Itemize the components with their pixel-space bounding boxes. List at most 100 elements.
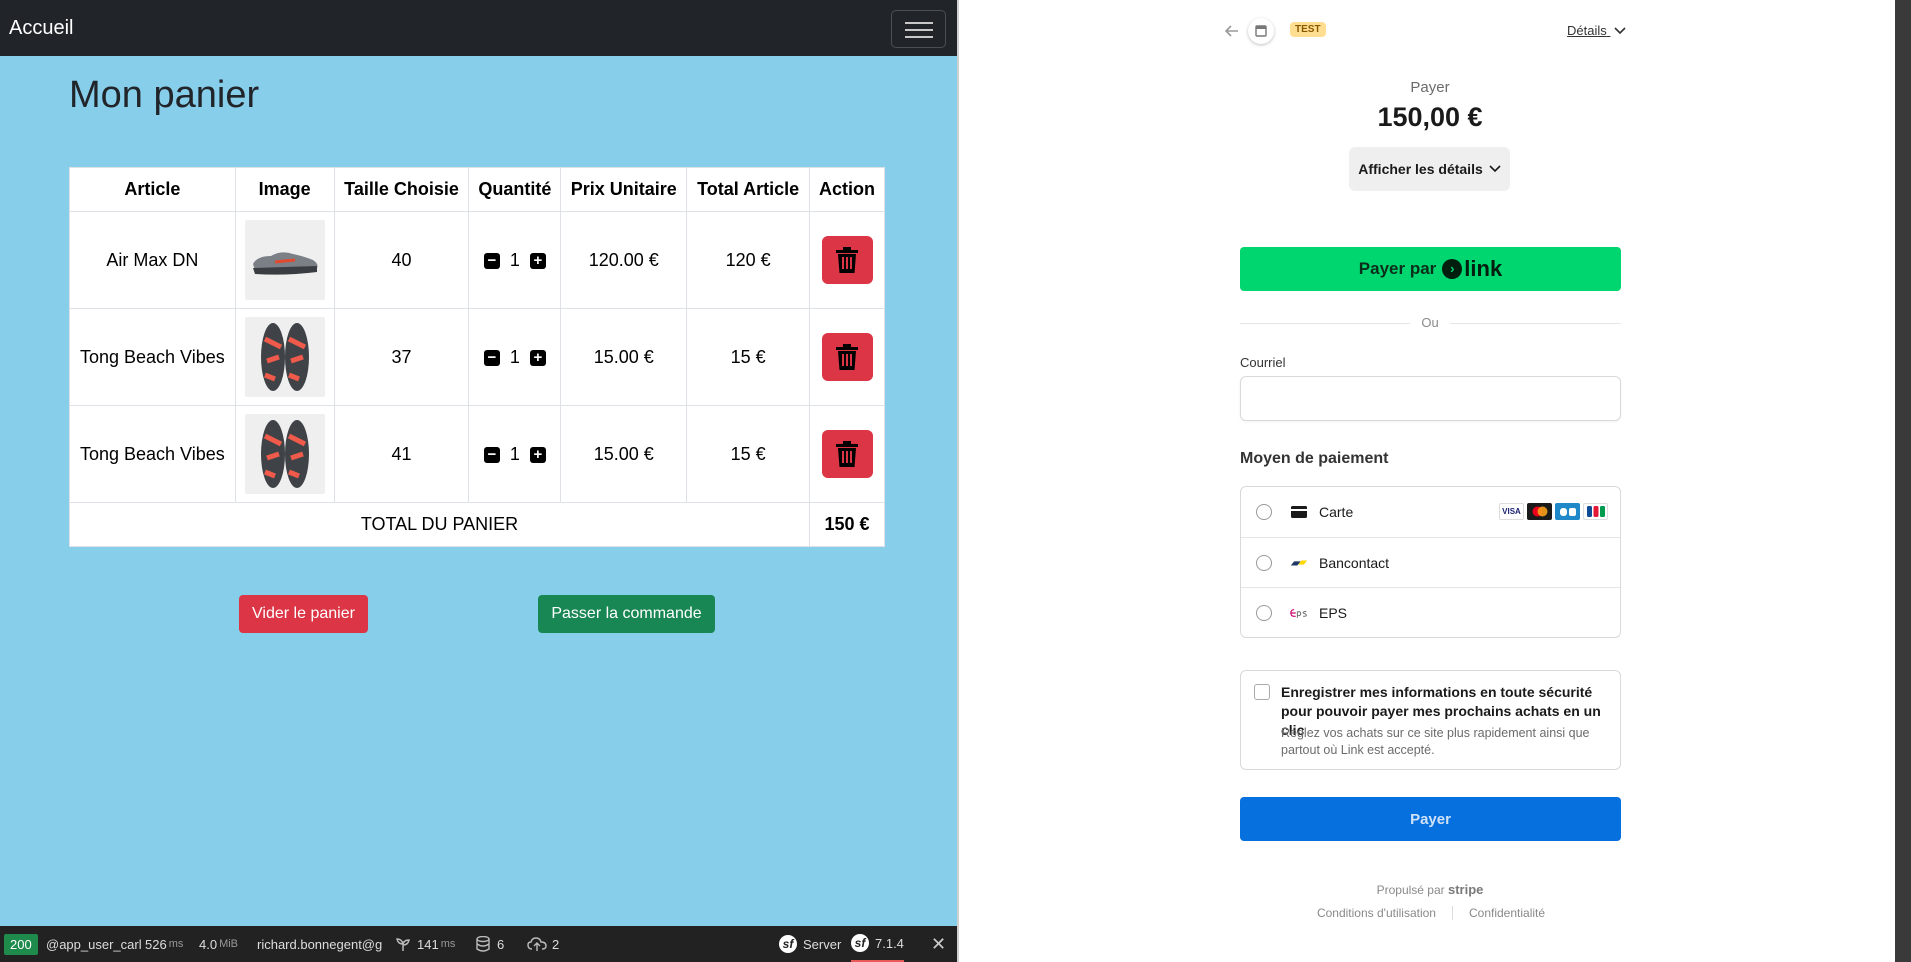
status-badge: 200 <box>4 933 38 955</box>
article-total: 15 € <box>686 308 810 406</box>
total-label: TOTAL DU PANIER <box>69 502 810 547</box>
minus-icon[interactable]: − <box>483 349 500 366</box>
table-row: Air Max DN 40 − 1 + 120.00 € 120 € <box>69 211 885 309</box>
chevron-down-icon <box>1614 27 1626 35</box>
column-header: Taille Choisie <box>333 167 470 212</box>
trash-icon <box>836 441 858 467</box>
eps-icon <box>1290 606 1308 620</box>
details-link[interactable]: Détails <box>1567 23 1626 38</box>
render-time-unit: ms <box>440 938 456 950</box>
navbar-brand[interactable]: Accueil <box>9 17 73 40</box>
delete-button[interactable] <box>821 430 873 478</box>
route-name: @app_user_carl <box>46 936 142 952</box>
debug-version[interactable]: sf 7.1.4 <box>851 926 904 962</box>
column-header: Quantité <box>468 167 562 212</box>
unit-price: 15.00 € <box>560 308 688 406</box>
payment-method-title: Moyen de paiement <box>1240 450 1389 467</box>
hamburger-icon <box>905 22 933 24</box>
plus-icon[interactable]: + <box>529 349 546 366</box>
plus-icon[interactable]: + <box>529 252 546 269</box>
table-header-row: Article Image Taille Choisie Quantité Pr… <box>69 167 885 212</box>
hamburger-icon-bar <box>905 36 933 38</box>
image-cell <box>234 211 335 309</box>
show-details-button[interactable]: Afficher les détails <box>1349 147 1510 191</box>
test-mode-badge: TEST <box>1290 22 1326 37</box>
stripe-logo[interactable]: stripe <box>1448 882 1483 897</box>
cartes-bancaires-icon <box>1555 503 1580 520</box>
debug-toolbar: 200 @app_user_carl 526 ms 4.0 MiB richard.… <box>0 926 957 962</box>
render-time-value: 141 <box>417 936 439 952</box>
card-icon <box>1290 505 1308 519</box>
payment-method-card[interactable]: Carte VISA <box>1241 487 1620 537</box>
bancontact-radio[interactable] <box>1256 554 1272 571</box>
empty-cart-button[interactable]: Vider le panier <box>239 595 368 633</box>
eps-radio[interactable] <box>1256 604 1272 621</box>
user-name: richard.bonnegent@g <box>257 936 383 952</box>
article-name: Tong Beach Vibes <box>69 308 236 406</box>
memory-unit: MiB <box>219 938 239 950</box>
delete-button[interactable] <box>821 236 873 284</box>
checkout-button[interactable]: Passer la commande <box>538 595 715 633</box>
email-label: Courriel <box>1240 355 1286 370</box>
amount: 150,00 € <box>1377 102 1483 132</box>
image-cell <box>234 308 335 406</box>
link-prefix: Payer par <box>1358 259 1437 278</box>
quantity-cell: − 1 + <box>468 308 562 406</box>
column-header: Total Article <box>686 167 810 212</box>
bancontact-icon <box>1290 556 1308 570</box>
debug-render[interactable]: 141 ms <box>395 926 455 962</box>
payment-method-bancontact[interactable]: Bancontact <box>1241 537 1620 587</box>
column-header: Action <box>809 167 885 212</box>
debug-status[interactable]: 200 <box>4 926 38 962</box>
db-queries-value: 6 <box>497 936 505 952</box>
payment-method-eps[interactable]: EPS <box>1241 587 1620 637</box>
flip-flop-image <box>244 414 325 494</box>
plus-icon[interactable]: + <box>529 446 546 463</box>
debug-database[interactable]: 6 <box>476 926 504 962</box>
image-cell <box>234 405 335 503</box>
debug-route[interactable]: @app_user_carl <box>46 926 142 962</box>
footer-links: Conditions d'utilisation Confidentialité <box>1300 906 1562 920</box>
article-name: Air Max DN <box>69 211 236 309</box>
save-info-subtitle: Réglez vos achats sur ce site plus rapid… <box>1281 726 1590 757</box>
link-logo: › link <box>1442 256 1502 282</box>
back-arrow-icon[interactable] <box>1225 24 1239 38</box>
table-row: Tong Beach Vibes 41 − 1 + 15.00 € 15 € <box>69 405 885 503</box>
store-icon <box>1248 18 1274 44</box>
table-row: Tong Beach Vibes 37 − 1 + 15.00 € 15 € <box>69 308 885 406</box>
terms-link[interactable]: Conditions d'utilisation <box>1317 906 1436 920</box>
pay-with-link-button[interactable]: Payer par › link <box>1240 247 1621 291</box>
size-value: 40 <box>333 211 470 309</box>
time-value: 526 <box>145 936 167 952</box>
article-name: Tong Beach Vibes <box>69 405 236 503</box>
quantity-stepper: − 1 + <box>483 250 546 271</box>
minus-icon[interactable]: − <box>483 446 500 463</box>
quantity-value: 1 <box>509 444 520 465</box>
delete-button[interactable] <box>821 333 873 381</box>
hamburger-icon-bar <box>905 29 933 31</box>
debug-uploads[interactable]: 2 <box>527 926 559 962</box>
page-title: Mon panier <box>69 74 260 116</box>
pay-button[interactable]: Payer <box>1240 797 1621 841</box>
email-field[interactable] <box>1240 376 1621 421</box>
article-total: 120 € <box>686 211 810 309</box>
window-scrollbar[interactable] <box>1895 0 1911 962</box>
minus-icon[interactable]: − <box>483 252 500 269</box>
debug-memory[interactable]: 4.0 MiB <box>199 926 238 962</box>
card-radio[interactable] <box>1256 504 1272 520</box>
powered-by: Propulsé par stripe <box>1330 882 1530 897</box>
save-info-checkbox[interactable] <box>1254 684 1270 700</box>
debug-time[interactable]: 526 ms <box>145 926 183 962</box>
quantity-value: 1 <box>509 250 520 271</box>
cart-table: Article Image Taille Choisie Quantité Pr… <box>69 167 885 547</box>
symfony-icon: sf <box>779 935 797 953</box>
debug-server[interactable]: sf Server <box>779 926 841 962</box>
debug-user[interactable]: richard.bonnegent@g <box>257 926 382 962</box>
menu-toggle-button[interactable] <box>891 10 946 48</box>
card-brand-logos: VISA <box>1499 503 1608 520</box>
sprout-icon <box>396 938 410 951</box>
link-arrow-icon: › <box>1442 259 1463 279</box>
close-toolbar-icon[interactable]: ✕ <box>931 926 946 962</box>
total-value: 150 € <box>809 502 885 547</box>
privacy-link[interactable]: Confidentialité <box>1451 906 1545 920</box>
